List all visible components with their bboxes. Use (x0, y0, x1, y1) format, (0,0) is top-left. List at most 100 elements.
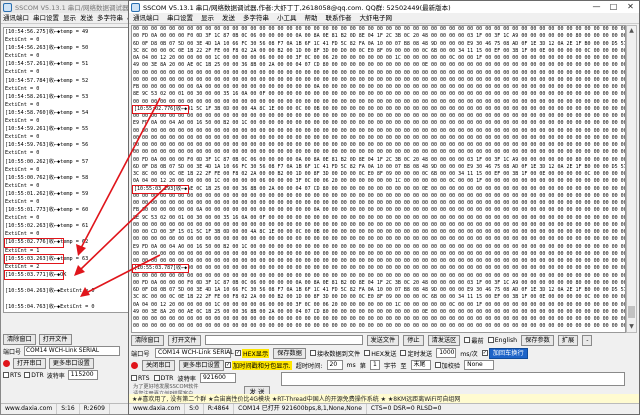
main-title-bar[interactable]: SSCOM V5.13.1 串口/网络数据调试器,作者:大虾丁丁,2618058… (129, 1, 639, 13)
main-menu-item[interactable]: 串口设置 (163, 13, 197, 23)
file-path-input[interactable] (204, 335, 363, 345)
timeout-input[interactable]: 20 (326, 360, 343, 370)
save-data-button[interactable]: 保存数据 (273, 347, 306, 359)
hex-data-row: E9 FD 0A 00 04 A0 00 16 50 00 B2 00 1C 0… (133, 243, 625, 250)
checksum-select[interactable]: None (464, 360, 495, 370)
background-open-port-button[interactable]: 打开串口 (13, 357, 46, 369)
background-dtr-checkbox[interactable]: DTR (24, 372, 44, 379)
background-clear-window-button[interactable]: 清除窗口 (3, 333, 36, 345)
recv-to-file-checkbox[interactable]: 接收数据到文件 (309, 349, 360, 358)
main-menu-item[interactable]: 多字符串 (239, 13, 273, 23)
background-menu-item[interactable]: 串口设置 (31, 13, 61, 23)
timeout-unit: ms (346, 361, 356, 369)
toolbar-row-port: 端口号 COM14 WCH-Link SERIAL ✓ HEX显示 保存数据 接收… (131, 347, 636, 359)
byte-label: 第 (359, 362, 366, 370)
main-menu-item[interactable]: 帮助 (301, 13, 322, 23)
timestamp-highlight: [10:55:03.293]收←◆ (132, 184, 190, 194)
interval-unit: ms/次 (460, 350, 478, 358)
port-number-label: 端口号 (3, 348, 22, 356)
hex-send-checkbox[interactable]: HEX发送 (364, 349, 396, 358)
scroll-up-icon[interactable]: ▲ (627, 26, 636, 36)
close-icon[interactable]: ✕ (622, 1, 639, 13)
send-file-button[interactable]: 发送文件 (366, 334, 400, 346)
port-select[interactable]: COM14 WCH-Link SERIAL (155, 348, 234, 358)
main-menu-item[interactable]: 发送 (218, 13, 239, 23)
stop-button[interactable]: 停止 (403, 334, 424, 346)
send-text-area[interactable] (281, 372, 625, 386)
background-baud-select[interactable]: 115200 (67, 370, 98, 380)
background-port-select[interactable]: COM14 WCH-Link SERIAL (24, 346, 121, 356)
byte-input[interactable]: 1 (369, 360, 380, 370)
log-line: [10:54:58.760]收←◆temp = 54 (5, 109, 89, 116)
background-menu-item[interactable]: 多字符串 (95, 13, 125, 23)
top-most-checkbox[interactable]: 最前 (464, 336, 484, 345)
english-checkbox[interactable]: English (487, 337, 517, 344)
port-label: 端口号 (131, 350, 150, 358)
hex-data-row: 00 00 00 00 00 00 00 00 00 00 00 00 00 0… (133, 200, 625, 206)
receive-data-area[interactable]: 00 00 00 00 00 00 00 00 00 00 00 00 00 0… (131, 25, 626, 333)
hex-display-checkbox[interactable]: ✓ HEX显示 (235, 348, 270, 358)
background-status-bar: www.daxia.com S:16 R:2609 (1, 403, 149, 414)
status-signals: CTS=0 DSR=0 RLSD=0 (370, 405, 442, 412)
hex-data-row: 00 00 00 00 00 00 00 00 00 00 00 00 00 0… (133, 149, 625, 156)
interval-input[interactable]: 1000 (436, 348, 457, 358)
receive-vertical-scrollbar[interactable]: ▲ ▼ (626, 25, 637, 333)
close-port-button[interactable]: 关闭串口 (142, 359, 175, 371)
sscom-main-window[interactable]: SSCOM V5.13.1 串口/网络数据调试器,作者:大虾丁丁,2618058… (128, 0, 640, 415)
rts-checkbox[interactable]: RTS (131, 375, 150, 382)
scroll-down-icon[interactable]: ▼ (627, 322, 636, 332)
checksum-checkbox[interactable]: 加校验 (434, 361, 460, 370)
byte-unit: 字节 (383, 362, 397, 370)
minimize-icon[interactable]: — (588, 1, 605, 13)
scroll-thumb[interactable] (628, 306, 635, 318)
background-title-bar[interactable]: SSCOM V5.13.1 串口/网络数据调试器,作者:大 (1, 1, 149, 13)
log-line: ExtiCnt = 0 (5, 69, 40, 76)
background-menu-item[interactable]: 发送 (78, 13, 95, 23)
status-url[interactable]: www.daxia.com (129, 404, 186, 414)
log-line: ExtiCnt = 0 (5, 166, 40, 173)
baud-select[interactable]: 921600 (199, 373, 236, 383)
hex-data-row: 00 00 00 00 00 00 00 00 00 00 00 00 00 0… (133, 127, 625, 134)
log-line: ExtiCnt = 0 (5, 85, 40, 92)
hex-data-row: 49 00 3E 8A 20 00 AE 0C 1B 25 00 00 36 8… (133, 185, 625, 192)
log-line: [10:55:01.262]收←◆temp = 59 (5, 190, 89, 197)
main-menu-item[interactable]: 通讯端口 (129, 13, 163, 23)
port-open-indicator (131, 361, 138, 369)
main-menu-item[interactable]: 显示 (197, 13, 218, 23)
background-status-url[interactable]: www.daxia.com (1, 404, 58, 414)
background-menu-item[interactable]: 显示 (61, 13, 78, 23)
status-port-info: COM14 已打开 921600bps,8,1,None,None (234, 404, 367, 414)
hex-data-row: 00 00 00 00 00 00 00 00 00 00 00 00 00 0… (133, 142, 625, 148)
dtr-checkbox[interactable]: DTR (153, 375, 173, 382)
clear-window-button[interactable]: 清除窗口 (131, 334, 164, 346)
more-settings-button[interactable]: 更多串口设置 (178, 359, 224, 371)
log-line: [10:54:56.263]收←◆temp = 50 (5, 45, 89, 52)
hex-data-row: 0A 04 00 12 20 00 00 00 00 1C 00 00 00 0… (133, 55, 625, 61)
add-enter-checkbox[interactable]: ✓ 加回车换行 (481, 347, 528, 359)
background-receive-log[interactable]: [10:54:56.275]收←◆temp = 49 ExtiCnt = 0 [10… (3, 27, 129, 313)
log-line: [10:55:02.263]收←◆temp = 61 (5, 223, 89, 230)
hex-data-row: 49 00 3E 8A 20 00 AE 0C 1B 25 00 00 36 8… (133, 308, 625, 315)
open-file-button[interactable]: 打开文件 (167, 334, 201, 346)
end-select[interactable]: 末尾 (410, 360, 431, 370)
main-menu-item[interactable]: 小工具 (273, 13, 301, 23)
background-more-settings-button[interactable]: 更多串口设置 (48, 357, 94, 369)
background-rts-checkbox[interactable]: RTS (3, 372, 21, 379)
main-menu-bar: 通讯端口 串口设置 显示 发送 多字符串 小工具 帮助 联系作者 大虾电子网 (129, 13, 639, 24)
main-menu-item[interactable]: 联系作者 (322, 13, 356, 23)
timed-send-checkbox[interactable]: 定时发送 (400, 349, 432, 358)
background-menu-item[interactable]: 通讯端口 (1, 13, 31, 23)
hex-data-row: 00 00 00 00 00 00 00 00 00 00 00 00 00 0… (133, 265, 625, 272)
main-menu-item[interactable]: 大虾电子网 (356, 13, 397, 23)
hex-data-row: 00 00 00 00 00 00 00 00 00 00 00 00 00 0… (133, 192, 625, 199)
maximize-icon[interactable]: □ (605, 1, 622, 13)
background-status-received: R:2609 (80, 404, 110, 414)
expand-button[interactable]: 扩展 (557, 334, 579, 346)
clear-send-area-button[interactable]: 清发送区 (427, 334, 461, 346)
collapse-button[interactable]: - (582, 334, 593, 346)
timestamp-checkbox[interactable]: ✓ 加时间戳和分包显示. (225, 360, 292, 370)
main-window-title: SSCOM V5.13.1 串口/网络数据调试器,作者:大虾丁丁,2618058… (143, 4, 451, 12)
save-params-button[interactable]: 保存参数 (521, 334, 554, 346)
background-open-file-button[interactable]: 打开文件 (38, 333, 72, 345)
